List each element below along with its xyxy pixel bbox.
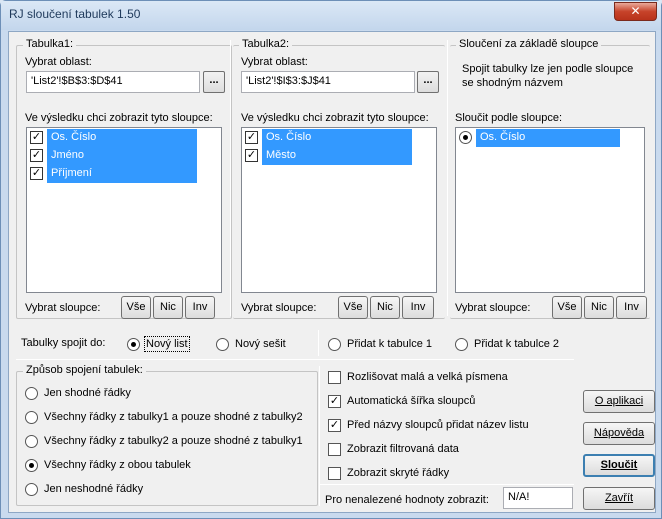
window-close-button[interactable]: ✕ [614,2,657,21]
merge-group: Sloučení za základě sloupce Spojit tabul… [450,38,650,319]
table2-group: Tabulka2: Vybrat oblast: 'List2'!$I$3:$J… [233,38,445,319]
checkbox-unchecked[interactable] [328,467,341,480]
join-group: Způsob spojení tabulek: Jen shodné řádky… [16,364,318,506]
auto-width-checkbox[interactable]: ✓ Automatická šířka sloupců [328,394,568,410]
table2-browse-button[interactable]: ... [417,71,439,93]
table1-range-input[interactable]: 'List2'!$B$3:$D$41 [26,71,200,93]
separator [319,484,574,485]
about-button[interactable]: O aplikaci [583,390,655,413]
merge-select-all-button[interactable]: Vše [552,296,582,319]
table2-select-none-button[interactable]: Nic [370,296,400,319]
list-item[interactable]: ✓ Příjmení [29,165,197,183]
table1-select-none-button[interactable]: Nic [153,296,183,319]
checkbox-checked[interactable]: ✓ [245,149,258,162]
join-option[interactable]: Jen shodné řádky [25,386,305,402]
radio-unselected[interactable] [25,411,38,424]
list-item[interactable]: Os. Číslo [458,129,620,147]
list-item[interactable]: ✓ Os. Číslo [244,129,412,147]
list-item[interactable]: ✓ Os. Číslo [29,129,197,147]
checkbox-unchecked[interactable] [328,371,341,384]
list-item[interactable]: ✓ Město [244,147,412,165]
close-button[interactable]: Zavřít [583,487,655,510]
table1-range-label: Vybrat oblast: [25,56,92,68]
window-title: RJ sloučení tabulek 1.50 [9,7,141,21]
table1-select-label: Vybrat sloupce: [25,302,101,314]
table1-browse-button[interactable]: ... [203,71,225,93]
missing-value-input[interactable]: N/A! [503,487,573,509]
table1-group-title: Tabulka1: [23,38,77,50]
prefix-sheet-checkbox[interactable]: ✓ Před názvy sloupců přidat název listu [328,418,568,434]
radio-unselected[interactable] [25,483,38,496]
merge-select-none-button[interactable]: Nic [584,296,614,319]
table1-columns-list[interactable]: ✓ Os. Číslo ✓ Jméno ✓ Příjmení [26,127,222,293]
table2-columns-list[interactable]: ✓ Os. Číslo ✓ Město [241,127,437,293]
merge-info-line2: se shodným názvem [462,77,563,89]
separator [16,359,574,360]
target-add-table2-radio[interactable]: Přidat k tabulce 2 [455,337,565,353]
show-filtered-checkbox[interactable]: Zobrazit filtrovaná data [328,442,568,458]
list-item-label: Os. Číslo [480,131,526,143]
separator [319,366,320,506]
title-bar[interactable]: RJ sloučení tabulek 1.50 ✕ [1,1,661,30]
join-option[interactable]: Všechny řádky z obou tabulek [25,458,305,474]
table2-select-label: Vybrat sloupce: [241,302,317,314]
radio-unselected[interactable] [216,338,229,351]
list-item-label: Jméno [51,149,85,161]
table2-select-all-button[interactable]: Vše [338,296,368,319]
separator [447,40,448,316]
separator [230,40,231,316]
merge-group-title: Sloučení za základě sloupce [456,38,602,50]
checkbox-checked[interactable]: ✓ [30,167,43,180]
join-option[interactable]: Všechny řádky z tabulky2 a pouze shodné … [25,434,305,450]
table1-invert-button[interactable]: Inv [185,296,215,319]
checkbox-checked[interactable]: ✓ [245,131,258,144]
table1-columns-label: Ve výsledku chci zobrazit tyto sloupce: [25,112,213,124]
list-item-label: Příjmení [51,167,92,179]
merge-by-label: Sloučit podle sloupce: [455,112,563,124]
merge-select-label: Vybrat sloupce: [455,302,531,314]
list-item[interactable]: ✓ Jméno [29,147,197,165]
radio-selected[interactable] [127,338,140,351]
checkbox-checked[interactable]: ✓ [328,419,341,432]
table1-select-all-button[interactable]: Vše [121,296,151,319]
list-item-label: Os. Číslo [51,131,97,143]
checkbox-checked[interactable]: ✓ [328,395,341,408]
join-option[interactable]: Jen neshodné řádky [25,482,305,498]
merge-info-line1: Spojit tabulky lze jen podle sloupce [462,63,634,75]
table1-group: Tabulka1: Vybrat oblast: 'List2'!$B$3:$D… [16,38,232,319]
checkbox-unchecked[interactable] [328,443,341,456]
checkbox-checked[interactable]: ✓ [30,131,43,144]
radio-unselected[interactable] [455,338,468,351]
table2-invert-button[interactable]: Inv [402,296,434,319]
target-label: Tabulky spojit do: [21,337,106,349]
app-window: RJ sloučení tabulek 1.50 ✕ Tabulka1: Vyb… [0,0,662,519]
table2-columns-label: Ve výsledku chci zobrazit tyto sloupce: [241,112,429,124]
list-item-label: Město [266,149,296,161]
merge-invert-button[interactable]: Inv [616,296,647,319]
radio-unselected[interactable] [328,338,341,351]
target-add-table1-radio[interactable]: Přidat k tabulce 1 [328,337,438,353]
case-sensitive-checkbox[interactable]: Rozlišovat malá a velká písmena [328,370,568,386]
checkbox-checked[interactable]: ✓ [30,149,43,162]
show-hidden-checkbox[interactable]: Zobrazit skryté řádky [328,466,568,482]
merge-columns-list[interactable]: Os. Číslo [455,127,645,293]
target-new-workbook-radio[interactable]: Nový sešit [216,337,296,353]
radio-unselected[interactable] [25,387,38,400]
missing-value-label: Pro nenalezené hodnoty zobrazit: [325,494,489,506]
target-new-sheet-radio[interactable]: Nový list [127,336,207,353]
list-item-label: Os. Číslo [266,131,312,143]
radio-unselected[interactable] [25,435,38,448]
join-option[interactable]: Všechny řádky z tabulky1 a pouze shodné … [25,410,305,426]
table2-range-input[interactable]: 'List2'!$I$3:$J$41 [241,71,415,93]
help-button[interactable]: Nápověda [583,422,655,445]
table2-group-title: Tabulka2: [239,38,293,50]
merge-button[interactable]: Sloučit [583,454,655,477]
radio-selected[interactable] [459,131,472,144]
dialog-body: Tabulka1: Vybrat oblast: 'List2'!$B$3:$D… [8,31,656,513]
radio-selected[interactable] [25,459,38,472]
join-group-title: Způsob spojení tabulek: [23,364,146,376]
separator [318,330,319,356]
table2-range-label: Vybrat oblast: [241,56,308,68]
